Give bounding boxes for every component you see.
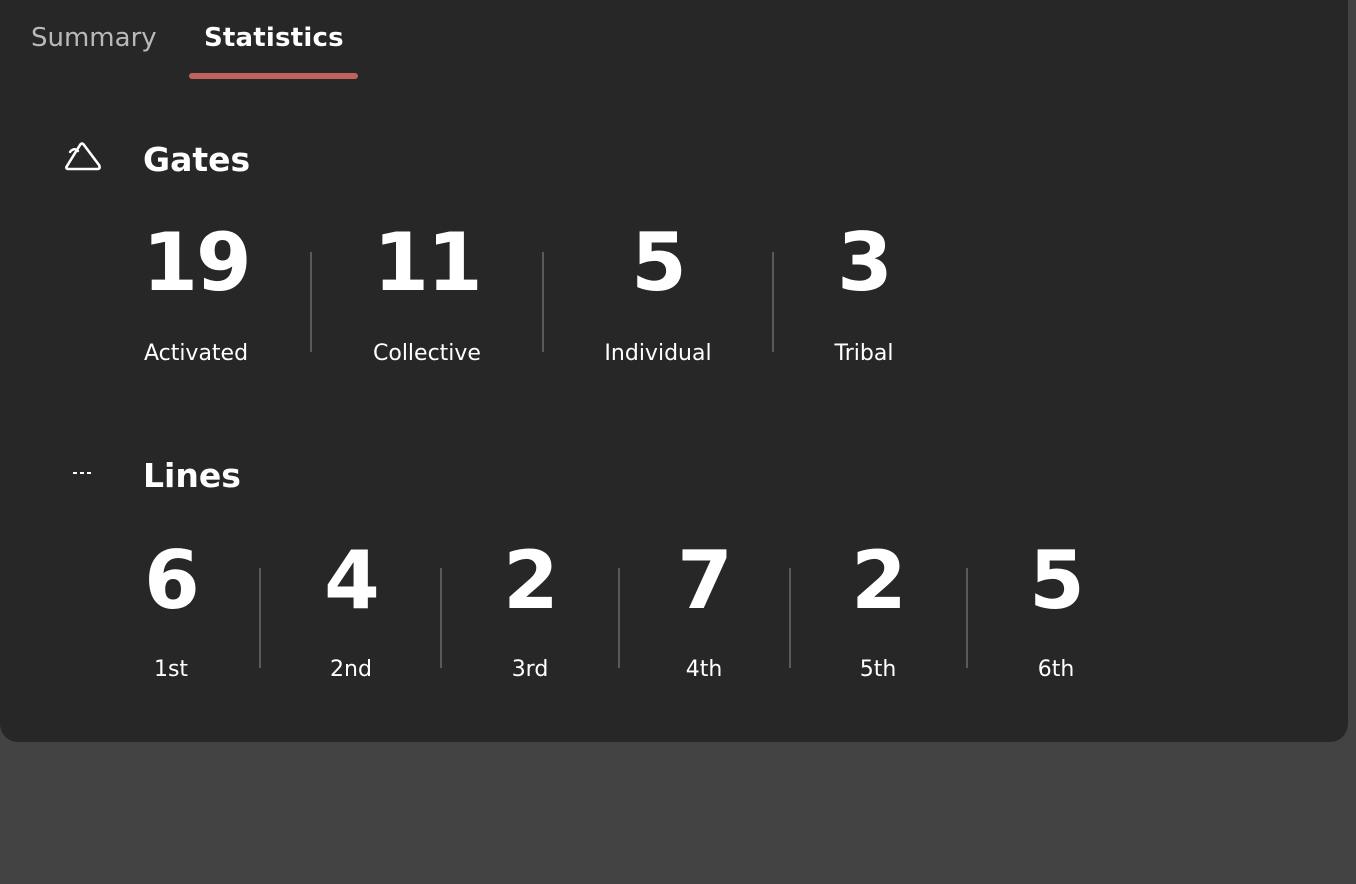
lines-stat-3rd: 2 3rd [469,538,591,688]
stat-label: 4th [685,657,723,682]
statistics-card: Summary Statistics Gates 19 Activated 11… [0,0,1348,742]
gates-title: Gates [143,140,251,179]
lines-dashes-icon [62,456,106,492]
stat-value: 11 [373,216,482,309]
active-tab-indicator [189,73,358,79]
tab-statistics[interactable]: Statistics [204,20,344,56]
stat-label: 1st [153,657,189,682]
stat-value: 5 [1029,534,1085,627]
gates-stat-tribal: 3 Tribal [788,220,940,370]
gates-stat-activated: 19 Activated [120,220,272,370]
stat-label: Individual [604,341,712,366]
stat-divider [542,252,544,352]
stat-divider [772,252,774,352]
stat-divider [310,252,312,352]
stat-value: 6 [144,534,200,627]
stat-value: 4 [324,534,380,627]
lines-title: Lines [143,456,241,495]
stat-label: 5th [859,657,897,682]
stat-label: Tribal [834,341,894,366]
stat-label: Collective [373,341,481,366]
stat-value: 2 [851,534,907,627]
stat-label: 2nd [330,657,372,682]
stat-divider [440,568,442,668]
stat-divider [618,568,620,668]
stat-label: 6th [1037,657,1075,682]
stat-divider [789,568,791,668]
stat-label: Activated [143,341,249,366]
gates-triangle-icon [62,138,106,174]
lines-stat-4th: 7 4th [643,538,765,688]
lines-stat-1st: 6 1st [110,538,232,688]
stat-value: 5 [631,216,687,309]
lines-stat-2nd: 4 2nd [290,538,412,688]
page-background-area [0,742,1356,884]
stat-label: 3rd [511,657,549,682]
stat-value: 7 [677,534,733,627]
lines-stat-5th: 2 5th [817,538,939,688]
stat-value: 2 [503,534,559,627]
gates-stat-collective: 11 Collective [351,220,503,370]
stat-divider [259,568,261,668]
lines-stat-6th: 5 6th [995,538,1117,688]
stat-divider [966,568,968,668]
stat-value: 19 [142,216,251,309]
stat-value: 3 [837,216,893,309]
gates-stat-individual: 5 Individual [582,220,734,370]
tab-summary[interactable]: Summary [31,20,157,56]
tab-bar: Summary Statistics [0,0,1348,80]
